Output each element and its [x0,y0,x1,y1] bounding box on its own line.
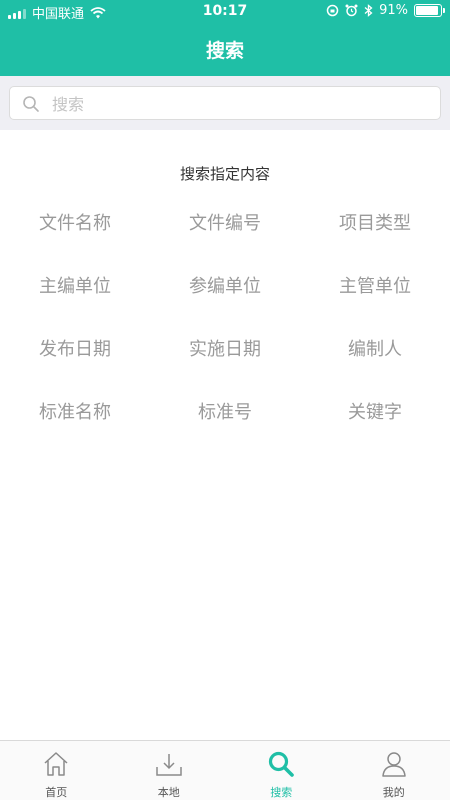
search-area [0,76,450,130]
battery-percent: 91% [379,3,408,18]
user-icon [382,752,406,777]
status-bar: 中国联通 10:17 91% [0,0,450,24]
tab-local-label: 本地 [157,786,180,799]
tab-home[interactable]: 首页 [0,741,113,800]
home-icon [44,752,68,776]
option-file-number[interactable]: 文件编号 [150,206,300,269]
download-icon [156,754,182,776]
orientation-lock-icon [326,4,339,17]
option-keyword[interactable]: 关键字 [300,395,450,458]
tab-search[interactable]: 搜索 [225,741,338,800]
option-standard-number[interactable]: 标准号 [150,395,300,458]
tab-mine-label: 我的 [382,786,405,799]
search-field-grid: 文件名称 文件编号 项目类型 主编单位 参编单位 主管单位 发布日期 实施日期 … [0,206,450,458]
search-input[interactable] [52,93,422,115]
tab-bar: 首页 本地 搜索 我的 [0,740,450,800]
option-participating-unit[interactable]: 参编单位 [150,269,300,332]
app-header: 中国联通 10:17 91% 搜索 [0,0,450,76]
tab-home-label: 首页 [45,786,68,799]
tab-mine[interactable]: 我的 [338,741,450,800]
tab-search-label: 搜索 [270,786,293,799]
option-chief-editor-unit[interactable]: 主编单位 [0,269,150,332]
status-right: 91% [326,3,445,18]
search-icon [23,96,39,112]
option-standard-name[interactable]: 标准名称 [0,395,150,458]
option-file-name[interactable]: 文件名称 [0,206,150,269]
option-project-type[interactable]: 项目类型 [300,206,450,269]
option-release-date[interactable]: 发布日期 [0,332,150,395]
section-title: 搜索指定内容 [179,165,270,183]
option-effective-date[interactable]: 实施日期 [150,332,300,395]
option-supervising-unit[interactable]: 主管单位 [300,269,450,332]
option-author[interactable]: 编制人 [300,332,450,395]
battery-icon [414,4,445,17]
search-box[interactable] [9,86,441,120]
alarm-icon [345,4,358,17]
bluetooth-icon [364,4,373,17]
tab-local[interactable]: 本地 [113,741,226,800]
battery-level [416,6,438,15]
search-icon [269,751,295,777]
page-title: 搜索 [205,40,244,62]
